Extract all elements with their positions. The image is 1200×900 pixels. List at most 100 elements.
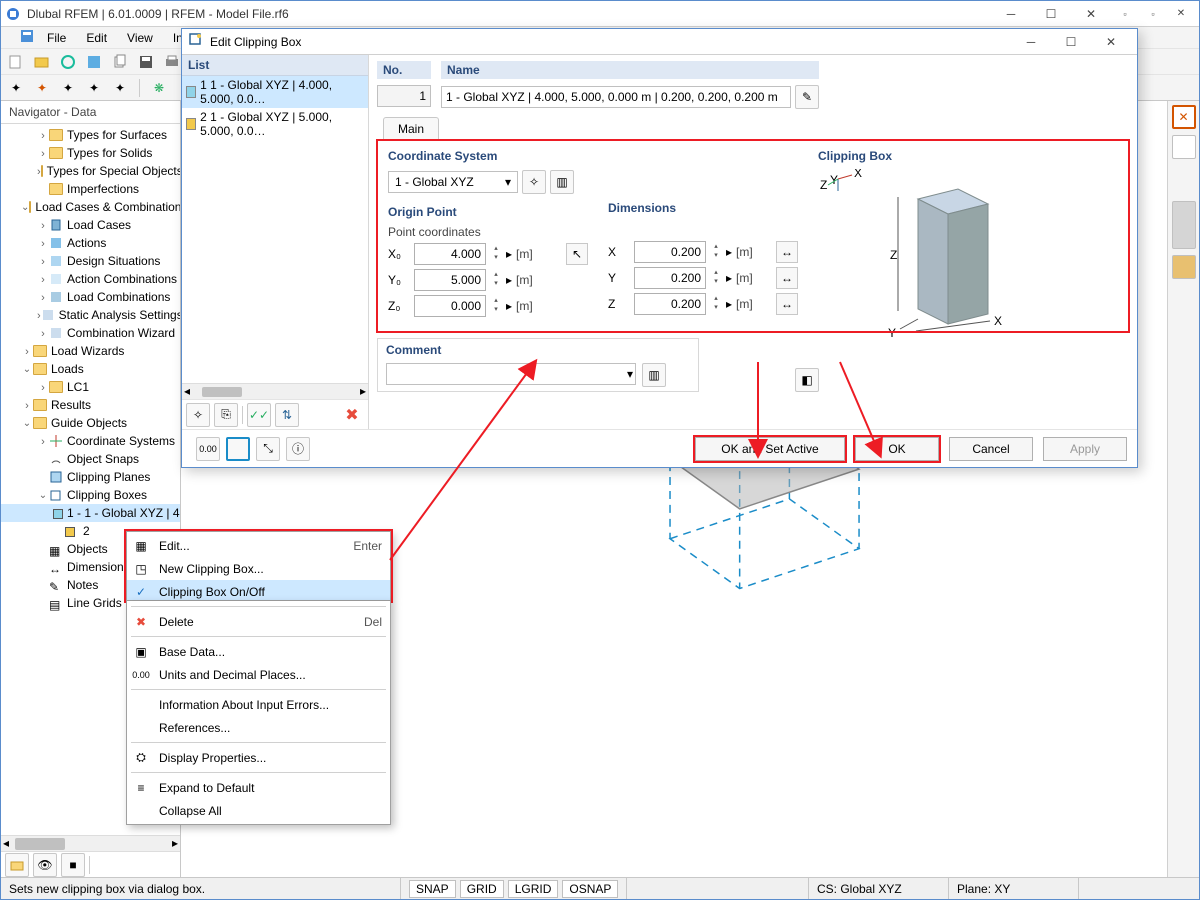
tree-coord-sys[interactable]: Coordinate Systems bbox=[67, 432, 175, 450]
tree-lc1[interactable]: LC1 bbox=[67, 378, 89, 396]
play-icon[interactable]: ▸ bbox=[506, 247, 512, 261]
menu-file[interactable]: File bbox=[39, 29, 74, 47]
wand1-icon[interactable]: ✦ bbox=[5, 77, 27, 99]
menu-view[interactable]: View bbox=[119, 29, 161, 47]
ok-set-active-button[interactable]: OK and Set Active bbox=[695, 437, 845, 461]
tree-dim[interactable]: Dimensions bbox=[67, 558, 130, 576]
dock-btn-3[interactable] bbox=[1172, 201, 1196, 249]
footer-info-icon[interactable]: ⓘ bbox=[286, 437, 310, 461]
tree-guide[interactable]: Guide Objects bbox=[51, 414, 127, 432]
coord-sys-select[interactable]: 1 - Global XYZ▾ bbox=[388, 171, 518, 193]
tree-lccomb[interactable]: Load Cases & Combinations bbox=[35, 198, 180, 216]
zd-pick-icon[interactable]: ↔ bbox=[776, 293, 798, 315]
play-icon[interactable]: ▸ bbox=[726, 245, 732, 259]
list-sort-icon[interactable]: ⇅ bbox=[275, 403, 299, 427]
no-field[interactable] bbox=[377, 85, 431, 107]
z0-input[interactable] bbox=[414, 295, 486, 317]
list-new-icon[interactable]: ✧ bbox=[186, 403, 210, 427]
ctx-delete[interactable]: ✖ Delete Del bbox=[127, 610, 390, 633]
tree-action-comb[interactable]: Action Combinations bbox=[67, 270, 177, 288]
zd-input[interactable] bbox=[634, 293, 706, 315]
tree-icon[interactable]: ❋ bbox=[148, 77, 170, 99]
dlg-minimize-button[interactable]: ─ bbox=[1011, 30, 1051, 54]
footer-units-icon[interactable]: 0.00 bbox=[196, 437, 220, 461]
comment-lib-icon[interactable]: ▥ bbox=[642, 363, 666, 387]
name-field[interactable] bbox=[441, 86, 791, 108]
ctx-display-props[interactable]: ⛭ Display Properties... bbox=[127, 746, 390, 769]
wand4-icon[interactable]: ✦ bbox=[83, 77, 105, 99]
save-icon[interactable] bbox=[135, 51, 157, 73]
ctx-expand[interactable]: ≡ Expand to Default bbox=[127, 776, 390, 799]
yd-spinner[interactable]: ▴▾ bbox=[710, 269, 722, 287]
x0-input[interactable] bbox=[414, 243, 486, 265]
tree-types-special[interactable]: Types for Special Objects bbox=[47, 162, 180, 180]
tree-design-sit[interactable]: Design Situations bbox=[67, 252, 160, 270]
tree-cb1[interactable]: 1 - 1 - Global XYZ | 4.000, 5.000, 0.000… bbox=[67, 504, 180, 522]
dlg-maximize-button[interactable]: ☐ bbox=[1051, 30, 1091, 54]
footer-axes-icon[interactable]: ⤡ bbox=[256, 437, 280, 461]
color-picker-icon[interactable]: ◧ bbox=[795, 368, 819, 392]
ctx-collapse[interactable]: Collapse All bbox=[127, 799, 390, 822]
clipping-box-list[interactable]: 1 1 - Global XYZ | 4.000, 5.000, 0.0… 2 … bbox=[182, 76, 368, 383]
dock-btn-2[interactable] bbox=[1172, 135, 1196, 159]
snap-btn-osnap[interactable]: OSNAP bbox=[562, 880, 618, 898]
tree-linegrid[interactable]: Line Grids bbox=[67, 594, 122, 612]
snap-btn-lgrid[interactable]: LGRID bbox=[508, 880, 559, 898]
dock-btn-1[interactable]: ✕ bbox=[1172, 105, 1196, 129]
tree-obj-snaps[interactable]: Object Snaps bbox=[67, 450, 139, 468]
wand3-icon[interactable]: ✦ bbox=[57, 77, 79, 99]
nav-btn-eye[interactable]: 👁 bbox=[33, 853, 57, 877]
xd-spinner[interactable]: ▴▾ bbox=[710, 243, 722, 261]
x0-spinner[interactable]: ▴▾ bbox=[490, 245, 502, 263]
dock-btn-4[interactable] bbox=[1172, 255, 1196, 279]
tree-static-an[interactable]: Static Analysis Settings bbox=[59, 306, 180, 324]
minimize-button[interactable]: ─ bbox=[991, 2, 1031, 26]
ctx-clipping-box-onoff[interactable]: ✓ Clipping Box On/Off bbox=[127, 580, 390, 601]
snap-btn-grid[interactable]: GRID bbox=[460, 880, 504, 898]
tree-cb2[interactable]: 2 bbox=[83, 522, 90, 540]
tree-clip-boxes[interactable]: Clipping Boxes bbox=[67, 486, 147, 504]
close-button[interactable]: ✕ bbox=[1071, 2, 1111, 26]
y0-input[interactable] bbox=[414, 269, 486, 291]
list-hscroll[interactable]: ◂ ▸ bbox=[182, 383, 368, 399]
xd-input[interactable] bbox=[634, 241, 706, 263]
tree-note[interactable]: Notes bbox=[67, 576, 98, 594]
x0-pick-icon[interactable]: ↖ bbox=[566, 243, 588, 265]
aux-close-button[interactable]: ✕ bbox=[1167, 2, 1195, 26]
z0-spinner[interactable]: ▴▾ bbox=[490, 297, 502, 315]
navigator-hscroll[interactable]: ◂ ▸ bbox=[1, 835, 180, 851]
ctx-base-data[interactable]: ▣ Base Data... bbox=[127, 640, 390, 663]
footer-color-icon[interactable] bbox=[226, 437, 250, 461]
aux-min-button[interactable]: ▫ bbox=[1111, 2, 1139, 26]
dlg-close-button[interactable]: ✕ bbox=[1091, 30, 1131, 54]
ctx-references[interactable]: References... bbox=[127, 716, 390, 739]
tree-types-solids[interactable]: Types for Solids bbox=[67, 144, 152, 162]
zd-spinner[interactable]: ▴▾ bbox=[710, 295, 722, 313]
tree-comb-w[interactable]: Combination Wizard bbox=[67, 324, 175, 342]
menu-edit[interactable]: Edit bbox=[78, 29, 115, 47]
copy-icon[interactable] bbox=[109, 51, 131, 73]
nav-btn-cam[interactable]: ■ bbox=[61, 853, 85, 877]
tree-load-cases[interactable]: Load Cases bbox=[67, 216, 131, 234]
play-icon[interactable]: ▸ bbox=[506, 273, 512, 287]
tree-types-surfaces[interactable]: Types for Surfaces bbox=[67, 126, 167, 144]
ok-button[interactable]: OK bbox=[855, 437, 939, 461]
tree-load-wiz[interactable]: Load Wizards bbox=[51, 342, 124, 360]
ctx-input-errors[interactable]: Information About Input Errors... bbox=[127, 693, 390, 716]
sync-icon[interactable] bbox=[57, 51, 79, 73]
snap-btn-snap[interactable]: SNAP bbox=[409, 880, 456, 898]
wand5-icon[interactable]: ✦ bbox=[109, 77, 131, 99]
tree-clip-planes[interactable]: Clipping Planes bbox=[67, 468, 150, 486]
play-icon[interactable]: ▸ bbox=[726, 297, 732, 311]
tree-results[interactable]: Results bbox=[51, 396, 91, 414]
list-delete-icon[interactable]: ✖ bbox=[340, 403, 364, 427]
print-icon[interactable] bbox=[161, 51, 183, 73]
tab-main[interactable]: Main bbox=[383, 117, 439, 140]
model-icon[interactable] bbox=[83, 51, 105, 73]
maximize-button[interactable]: ☐ bbox=[1031, 2, 1071, 26]
tree-actions[interactable]: Actions bbox=[67, 234, 106, 252]
play-icon[interactable]: ▸ bbox=[506, 299, 512, 313]
xd-pick-icon[interactable]: ↔ bbox=[776, 241, 798, 263]
wand2-icon[interactable]: ✦ bbox=[31, 77, 53, 99]
coord-new-icon[interactable]: ✧ bbox=[522, 170, 546, 194]
